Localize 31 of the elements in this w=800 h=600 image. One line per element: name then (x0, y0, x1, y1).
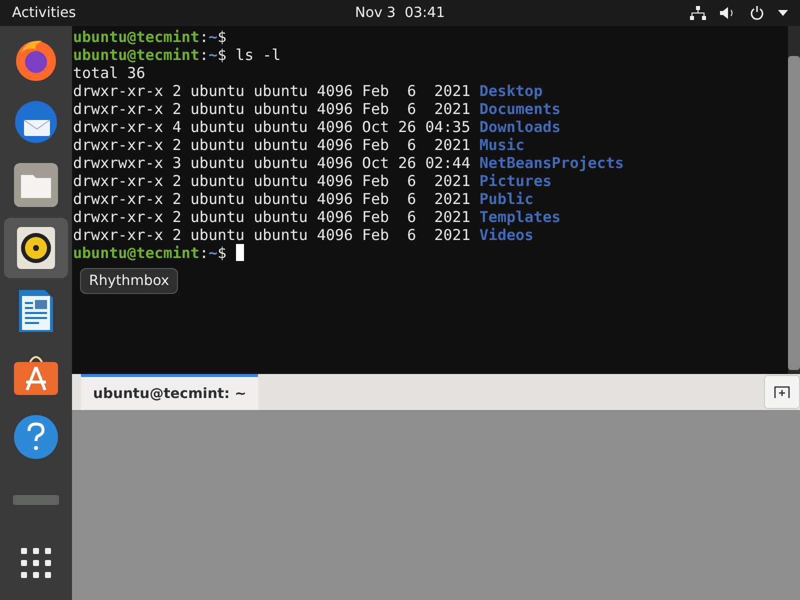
help-icon (13, 414, 59, 460)
new-tab-button[interactable] (764, 375, 800, 409)
terminal-tab[interactable]: ubuntu@tecmint: ~ (81, 374, 258, 410)
clock[interactable]: Nov 3 03:41 (355, 5, 445, 21)
app-grid-icon (21, 548, 51, 578)
tooltip: Rhythmbox (80, 268, 178, 294)
dock-app-button[interactable] (4, 218, 68, 278)
prompt-line: ubuntu@tecmint:~$ (73, 28, 227, 46)
listing-line: drwxr-xr-x 2 ubuntu ubuntu 4096 Feb 6 2021 Pictures (73, 172, 552, 190)
prompt-line: ubuntu@tecmint:~$ ls -l (73, 46, 281, 64)
output-line: total 36 (73, 64, 146, 82)
power-icon[interactable] (750, 6, 764, 20)
network-icon[interactable] (690, 6, 706, 20)
document-icon (17, 288, 55, 334)
scrollbar[interactable] (788, 26, 800, 374)
listing-line: drwxr-xr-x 2 ubuntu ubuntu 4096 Feb 6 2021 Videos (73, 226, 534, 244)
listing-line: drwxr-xr-x 2 ubuntu ubuntu 4096 Feb 6 2021 Public (73, 190, 534, 208)
prompt-line: ubuntu@tecmint:~$ (73, 244, 244, 262)
new-tab-icon (774, 385, 790, 399)
folder-icon (14, 163, 58, 207)
listing-line: drwxrwxr-x 3 ubuntu ubuntu 4096 Oct 26 02:44 NetBeansProjects (73, 154, 624, 172)
listing-line: drwxr-xr-x 2 ubuntu ubuntu 4096 Feb 6 2021 Desktop (73, 82, 543, 100)
listing-line: drwxr-xr-x 2 ubuntu ubuntu 4096 Feb 6 2021 Music (73, 136, 525, 154)
drive-icon (13, 495, 59, 505)
dropdown-arrow-icon[interactable] (778, 10, 788, 16)
speaker-icon (17, 227, 55, 269)
bird-envelope-icon (12, 98, 60, 146)
listing-line: drwxr-xr-x 2 ubuntu ubuntu 4096 Feb 6 2021 Documents (73, 100, 561, 118)
listing-line: drwxr-xr-x 4 ubuntu ubuntu 4096 Oct 26 04:35 Downloads (73, 118, 561, 136)
activities-button[interactable]: Activities (12, 5, 76, 21)
listing-line: drwxr-xr-x 2 ubuntu ubuntu 4096 Feb 6 2021 Templates (73, 208, 561, 226)
